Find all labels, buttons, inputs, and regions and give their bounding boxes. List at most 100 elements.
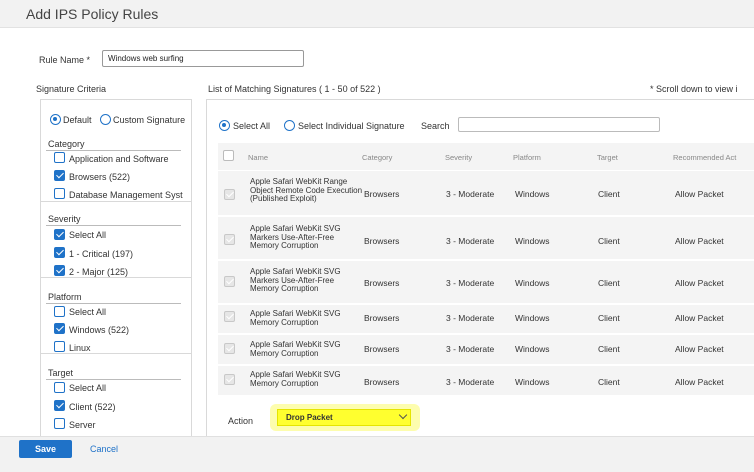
- severity-group-title: Severity: [48, 214, 81, 224]
- row-platform: Windows: [515, 344, 550, 354]
- search-label: Search: [421, 121, 450, 131]
- row-name: Apple Safari WebKit SVG Memory Corruptio…: [250, 370, 341, 388]
- row-recommended-action: Allow Packet: [675, 236, 724, 246]
- radio-default-label: Default: [63, 114, 92, 125]
- row-category: Browsers: [364, 189, 400, 199]
- row-category: Browsers: [364, 278, 400, 288]
- platform-item-label: Windows (522): [69, 325, 130, 335]
- platform-item-label: Linux: [69, 343, 91, 353]
- row-target: Client: [598, 313, 620, 323]
- rule-name-label: Rule Name *: [39, 55, 91, 65]
- row-recommended-action: Allow Packet: [675, 313, 724, 323]
- severity-checkbox-critical[interactable]: [54, 247, 65, 258]
- row-severity: 3 - Moderate: [446, 344, 495, 354]
- dialog-title-bar: Add IPS Policy Rules: [0, 0, 754, 28]
- row-checkbox: [224, 343, 235, 354]
- target-checkbox-client[interactable]: [54, 400, 65, 411]
- row-target: Client: [598, 278, 620, 288]
- radio-default[interactable]: [50, 114, 61, 126]
- row-platform: Windows: [515, 278, 550, 288]
- search-input[interactable]: [458, 117, 660, 132]
- select-all-radio-group[interactable]: Select All: [219, 120, 271, 132]
- cancel-button[interactable]: Cancel: [90, 444, 118, 454]
- target-checkbox-server[interactable]: [54, 418, 65, 429]
- row-platform: Windows: [515, 313, 550, 323]
- row-name: Apple Safari WebKit SVG Markers Use-Afte…: [250, 224, 341, 250]
- row-target: Client: [598, 236, 620, 246]
- category-item-label: Browsers (522): [69, 172, 131, 182]
- row-severity: 3 - Moderate: [446, 278, 495, 288]
- row-checkbox: [224, 374, 235, 385]
- target-group-title: Target: [48, 368, 74, 378]
- target-checkbox-select-all[interactable]: [54, 382, 65, 393]
- row-category: Browsers: [364, 313, 400, 323]
- category-divider: [46, 150, 181, 151]
- row-checkbox: [224, 189, 235, 200]
- platform-divider: [46, 303, 181, 304]
- signature-criteria-label: Signature Criteria: [36, 84, 107, 94]
- row-target: Client: [598, 377, 620, 387]
- platform-checkbox-linux[interactable]: [54, 341, 65, 352]
- row-platform: Windows: [515, 377, 550, 387]
- platform-checkbox-windows[interactable]: [54, 323, 65, 334]
- row-name: Apple Safari WebKit SVG Markers Use-Afte…: [250, 267, 341, 293]
- column-header-target[interactable]: Target: [597, 153, 618, 162]
- row-recommended-action: Allow Packet: [675, 278, 724, 288]
- category-checkbox-browsers[interactable]: [54, 170, 65, 181]
- category-group-title: Category: [48, 139, 85, 149]
- select-individual-radio-group[interactable]: Select Individual Signature: [284, 120, 405, 132]
- column-header-name[interactable]: Name: [248, 153, 268, 162]
- row-severity: 3 - Moderate: [446, 236, 495, 246]
- column-header-recommended-action[interactable]: Recommended Act: [673, 153, 736, 162]
- severity-checkbox-select-all[interactable]: [54, 229, 65, 240]
- row-checkbox: [224, 276, 235, 287]
- severity-checkbox-major[interactable]: [54, 265, 65, 276]
- row-platform: Windows: [515, 189, 550, 199]
- radio-select-all[interactable]: [219, 120, 230, 132]
- row-checkbox: [224, 311, 235, 322]
- severity-divider: [46, 225, 181, 226]
- category-checkbox-application[interactable]: [54, 152, 65, 163]
- radio-select-individual-label: Select Individual Signature: [298, 120, 405, 131]
- row-severity: 3 - Moderate: [446, 313, 495, 323]
- radio-select-individual[interactable]: [284, 120, 295, 132]
- column-header-platform[interactable]: Platform: [513, 153, 541, 162]
- action-select[interactable]: Drop Packet: [277, 409, 411, 426]
- row-recommended-action: Allow Packet: [675, 189, 724, 199]
- row-category: Browsers: [364, 236, 400, 246]
- severity-item-label: 1 - Critical (197): [69, 249, 134, 259]
- rule-name-input[interactable]: [102, 50, 304, 67]
- category-checkbox-database[interactable]: [54, 188, 65, 199]
- radio-custom-signature[interactable]: [100, 114, 112, 126]
- platform-item-label: Select All: [69, 307, 107, 317]
- severity-item-label: 2 - Major (125): [69, 267, 129, 277]
- action-label: Action: [228, 416, 254, 426]
- column-header-category[interactable]: Category: [362, 153, 392, 162]
- target-item-label: Server: [69, 420, 96, 430]
- platform-checkbox-select-all[interactable]: [54, 306, 65, 317]
- row-recommended-action: Allow Packet: [675, 377, 724, 387]
- row-name: Apple Safari WebKit SVG Memory Corruptio…: [250, 309, 341, 327]
- platform-group-title: Platform: [48, 292, 82, 302]
- action-selected-value: Drop Packet: [286, 413, 333, 422]
- scroll-hint: * Scroll down to view i: [650, 84, 738, 94]
- severity-item-label: Select All: [69, 230, 107, 240]
- matching-signatures-label: List of Matching Signatures ( 1 - 50 of …: [208, 84, 381, 94]
- row-target: Client: [598, 189, 620, 199]
- row-category: Browsers: [364, 377, 400, 387]
- column-header-severity[interactable]: Severity: [445, 153, 472, 162]
- row-severity: 3 - Moderate: [446, 189, 495, 199]
- dialog-footer: [0, 436, 754, 472]
- target-divider: [46, 379, 181, 380]
- row-checkbox: [224, 234, 235, 245]
- platform-bottom-line: [40, 353, 192, 354]
- save-button[interactable]: Save: [19, 440, 72, 458]
- row-name: Apple Safari WebKit Range Object Remote …: [250, 177, 363, 203]
- radio-select-all-label: Select All: [233, 120, 271, 131]
- category-item-label: Application and Software: [69, 154, 169, 164]
- header-select-checkbox[interactable]: [223, 150, 234, 161]
- row-severity: 3 - Moderate: [446, 377, 495, 387]
- row-target: Client: [598, 344, 620, 354]
- row-platform: Windows: [515, 236, 550, 246]
- target-item-label: Select All: [69, 383, 107, 393]
